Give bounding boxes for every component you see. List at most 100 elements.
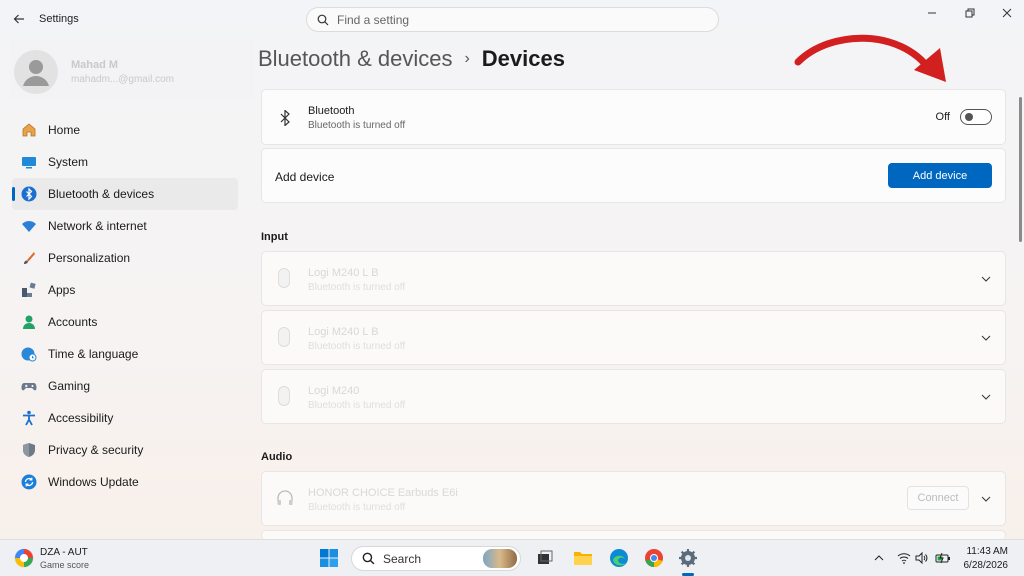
app-title: Settings bbox=[39, 13, 79, 25]
sidebar-item-time-language[interactable]: Time & language bbox=[12, 338, 238, 370]
person-icon bbox=[20, 313, 38, 331]
system-icon bbox=[20, 153, 38, 171]
sidebar-item-home[interactable]: Home bbox=[12, 114, 238, 146]
bluetooth-toggle[interactable] bbox=[960, 109, 992, 125]
user-name: Mahad M bbox=[71, 59, 119, 71]
taskbar: DZA - AUT Game score Search 11:43 AM 6/2… bbox=[0, 539, 1024, 576]
toggle-knob bbox=[965, 113, 973, 121]
chevron-down-icon[interactable] bbox=[979, 331, 993, 345]
sidebar-item-accounts[interactable]: Accounts bbox=[12, 306, 238, 338]
close-icon bbox=[1002, 8, 1012, 18]
device-name: Logi M240 L B bbox=[308, 267, 379, 279]
audio-device-row[interactable]: HONOR CHOICE Earbuds E6i Bluetooth is tu… bbox=[261, 471, 1006, 526]
sidebar-item-network[interactable]: Network & internet bbox=[12, 210, 238, 242]
controller-icon bbox=[20, 377, 38, 395]
input-device-row[interactable]: Logi M240 Bluetooth is turned off bbox=[261, 369, 1006, 424]
sidebar-item-gaming[interactable]: Gaming bbox=[12, 370, 238, 402]
sidebar-item-system[interactable]: System bbox=[12, 146, 238, 178]
clock-time[interactable]: 11:43 AM bbox=[962, 546, 1008, 557]
device-name: Logi M240 bbox=[308, 385, 360, 397]
chrome-browser-icon[interactable] bbox=[643, 547, 665, 569]
device-status: Bluetooth is turned off bbox=[308, 400, 406, 411]
sidebar-item-windows-update[interactable]: Windows Update bbox=[12, 466, 238, 498]
sidebar-item-label: Bluetooth & devices bbox=[48, 187, 155, 201]
sidebar-item-bluetooth-devices[interactable]: Bluetooth & devices bbox=[12, 178, 238, 210]
back-arrow-icon[interactable] bbox=[8, 8, 30, 30]
settings-app-icon[interactable] bbox=[677, 547, 699, 569]
taskbar-search-label: Search bbox=[383, 551, 422, 566]
sidebar-item-label: Gaming bbox=[48, 379, 91, 393]
chevron-down-icon[interactable] bbox=[979, 390, 993, 404]
file-explorer-icon[interactable] bbox=[572, 547, 594, 569]
section-audio-heading: Audio bbox=[261, 451, 293, 463]
sidebar-item-label: Accounts bbox=[48, 315, 98, 329]
accessibility-icon bbox=[20, 409, 38, 427]
sidebar-item-accessibility[interactable]: Accessibility bbox=[12, 402, 238, 434]
windows-start-icon[interactable] bbox=[318, 547, 340, 569]
volume-icon[interactable] bbox=[911, 547, 933, 569]
sidebar-nav: Home System Bluetooth & devices Network … bbox=[12, 114, 238, 498]
settings-search-input[interactable] bbox=[337, 12, 677, 27]
close-button[interactable] bbox=[992, 4, 1022, 22]
edge-browser-icon[interactable] bbox=[608, 547, 630, 569]
update-icon bbox=[20, 473, 38, 491]
device-status: Bluetooth is turned off bbox=[308, 341, 406, 352]
globe-clock-icon bbox=[20, 345, 38, 363]
add-device-card: Add device Add device bbox=[261, 148, 1006, 203]
settings-search-box[interactable] bbox=[306, 7, 719, 32]
section-input-heading: Input bbox=[261, 231, 288, 243]
breadcrumb-separator: › bbox=[464, 50, 470, 67]
sidebar-item-label: System bbox=[48, 155, 89, 169]
minimize-button[interactable] bbox=[917, 4, 947, 22]
sidebar-item-label: Network & internet bbox=[48, 219, 147, 233]
wifi-icon bbox=[20, 217, 38, 235]
sidebar-item-label: Home bbox=[48, 123, 81, 137]
sidebar-item-privacy[interactable]: Privacy & security bbox=[12, 434, 238, 466]
input-device-row[interactable]: Logi M240 L B Bluetooth is turned off bbox=[261, 310, 1006, 365]
brush-icon bbox=[20, 249, 38, 267]
chevron-down-icon[interactable] bbox=[979, 492, 993, 506]
add-device-button[interactable]: Add device bbox=[888, 163, 992, 188]
add-device-label: Add device bbox=[275, 170, 335, 184]
shield-icon bbox=[20, 441, 38, 459]
clock-date[interactable]: 6/28/2026 bbox=[950, 560, 1009, 571]
home-icon bbox=[20, 121, 38, 139]
weather-widget-icon[interactable] bbox=[14, 548, 34, 568]
headphones-icon bbox=[277, 490, 293, 505]
input-device-row[interactable]: Logi M240 L B Bluetooth is turned off bbox=[261, 251, 1006, 306]
sidebar-item-label: Windows Update bbox=[48, 475, 139, 489]
bluetooth-status: Bluetooth is turned off bbox=[308, 120, 406, 131]
device-status: Bluetooth is turned off bbox=[308, 282, 406, 293]
bluetooth-toggle-label: Off bbox=[935, 111, 950, 123]
minimize-icon bbox=[928, 12, 936, 14]
mouse-icon bbox=[278, 327, 290, 347]
sidebar-item-apps[interactable]: Apps bbox=[12, 274, 238, 306]
sidebar-item-label: Accessibility bbox=[48, 411, 114, 425]
restore-button[interactable] bbox=[955, 4, 985, 22]
breadcrumb-parent[interactable]: Bluetooth & devices bbox=[258, 46, 452, 72]
bluetooth-icon bbox=[20, 185, 38, 203]
widget-subtitle: Game score bbox=[40, 560, 90, 570]
device-name: HONOR CHOICE Earbuds E6i bbox=[308, 487, 458, 499]
mouse-icon bbox=[278, 268, 290, 288]
bluetooth-card: Bluetooth Bluetooth is turned off Off bbox=[261, 89, 1006, 145]
connect-button[interactable]: Connect bbox=[907, 486, 969, 510]
sidebar-item-personalization[interactable]: Personalization bbox=[12, 242, 238, 274]
avatar[interactable] bbox=[14, 50, 58, 94]
sidebar-item-label: Time & language bbox=[48, 347, 139, 361]
device-name: Logi M240 L B bbox=[308, 326, 379, 338]
taskbar-search[interactable]: Search bbox=[351, 546, 521, 571]
bluetooth-title: Bluetooth bbox=[308, 105, 355, 117]
sidebar-item-label: Privacy & security bbox=[48, 443, 144, 457]
chevron-down-icon[interactable] bbox=[979, 272, 993, 286]
breadcrumb: Bluetooth & devices › Devices bbox=[258, 46, 565, 72]
search-icon bbox=[362, 552, 375, 565]
page-title: Devices bbox=[481, 46, 565, 71]
bluetooth-icon bbox=[280, 110, 290, 126]
chevron-up-icon[interactable] bbox=[868, 547, 890, 569]
task-view-icon[interactable] bbox=[534, 547, 556, 569]
widget-title: DZA - AUT bbox=[40, 547, 88, 558]
sidebar-item-label: Personalization bbox=[48, 251, 131, 265]
restore-icon bbox=[965, 8, 975, 18]
scrollbar-thumb[interactable] bbox=[1019, 97, 1022, 242]
